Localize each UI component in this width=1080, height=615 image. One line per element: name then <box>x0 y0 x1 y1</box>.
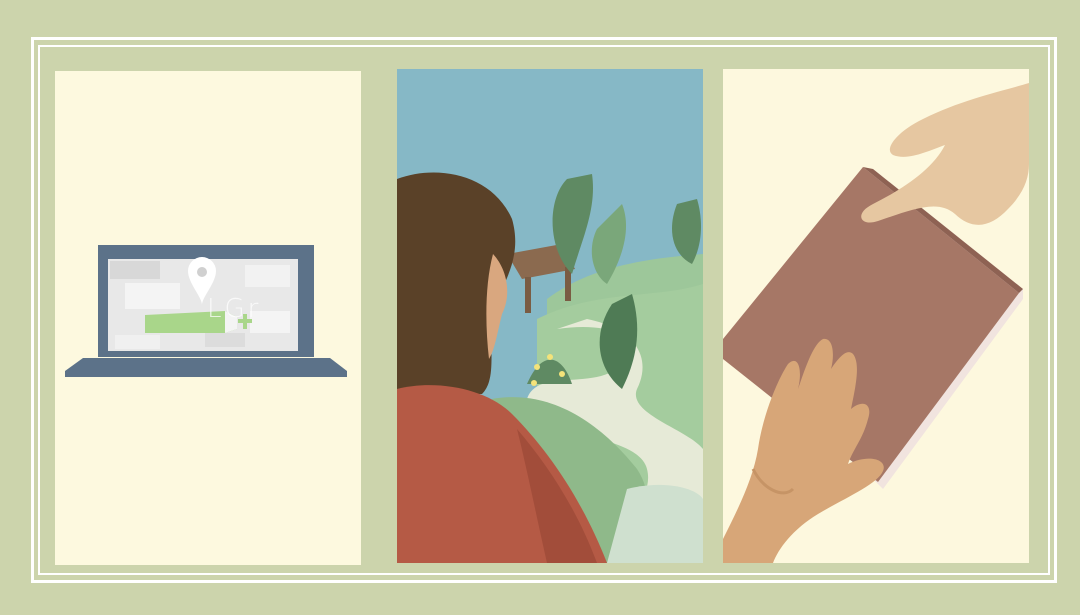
laptop-base <box>65 358 347 377</box>
landscape-panel <box>397 69 703 563</box>
screen-text: LGr <box>207 294 262 324</box>
top-hand <box>861 83 1029 225</box>
book-handover-illustration <box>723 83 1029 563</box>
girl-landscape-illustration <box>397 172 703 563</box>
book-handover-panel <box>723 69 1029 563</box>
laptop-panel: LGr <box>55 71 361 565</box>
